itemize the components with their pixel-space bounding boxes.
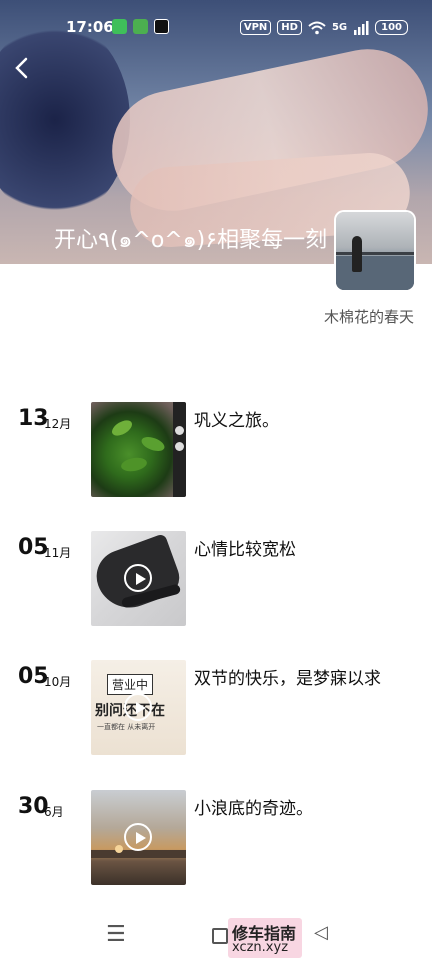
timeline-entry[interactable]: 13 12月 巩义之旅。 (0, 402, 432, 498)
wechat-icon (112, 19, 127, 34)
avatar-rail (336, 252, 414, 255)
entry-thumbnail[interactable] (91, 531, 186, 626)
entry-caption: 小浪底的奇迹。 (194, 799, 313, 819)
status-app-icons (112, 19, 169, 34)
menu-icon[interactable]: ☰ (106, 922, 126, 947)
entry-month: 10月 (44, 675, 72, 689)
battery-icon: 100 (375, 20, 408, 35)
thumb-sub-text: 一直都在 从未离开 (97, 723, 156, 731)
nav-back-icon[interactable]: ◁ (314, 922, 328, 943)
timeline-entry[interactable]: 30 6月 小浪底的奇迹。 (0, 790, 432, 886)
entry-caption: 心情比较宽松 (194, 540, 296, 560)
entry-caption: 双节的快乐，是梦寐以求 (194, 669, 381, 689)
entry-thumbnail[interactable]: 营业中 别问还不在 一直都在 从未离开 (91, 660, 186, 755)
play-icon[interactable] (124, 564, 152, 592)
entry-month: 6月 (44, 805, 64, 819)
hd-badge: HD (277, 20, 302, 35)
back-icon (15, 57, 28, 79)
entry-thumbnail[interactable] (91, 402, 186, 497)
play-icon[interactable] (124, 823, 152, 851)
system-nav-bar: ☰ ◁ (0, 912, 432, 960)
watermark: 修车指南 xczn.xyz (228, 918, 302, 958)
entry-month: 11月 (44, 546, 72, 560)
app-icon (133, 19, 148, 34)
timeline-entry[interactable]: 05 11月 心情比较宽松 (0, 531, 432, 627)
thumb-sign-text: 营业中 (107, 674, 154, 695)
avatar-figure (352, 236, 362, 272)
vpn-badge: VPN (239, 20, 272, 35)
watermark-url: xczn.xyz (232, 940, 289, 955)
back-button[interactable] (12, 56, 32, 80)
network-type: 5G (331, 22, 348, 33)
owner-avatar[interactable] (336, 212, 414, 290)
signal-icon (354, 20, 369, 35)
entry-caption: 巩义之旅。 (194, 411, 279, 431)
status-bar: 17:06 VPN HD 5G 100 (0, 0, 432, 56)
status-time: 17:06 (66, 18, 114, 36)
entry-month: 12月 (44, 417, 72, 431)
album-title: 开心٩(๑^o^๑)۶相聚每一刻 (54, 228, 328, 253)
entry-thumbnail[interactable] (91, 790, 186, 885)
home-icon[interactable] (212, 928, 228, 944)
wifi-icon (308, 21, 326, 34)
play-icon[interactable] (124, 693, 152, 721)
avatar-sea (336, 256, 414, 290)
tiktok-icon (154, 19, 169, 34)
timeline-entry[interactable]: 05 10月 营业中 别问还不在 一直都在 从未离开 双节的快乐，是梦寐以求 (0, 660, 432, 756)
owner-name[interactable]: 木棉花的春天 (324, 306, 414, 327)
status-indicators: VPN HD 5G 100 (239, 20, 408, 35)
